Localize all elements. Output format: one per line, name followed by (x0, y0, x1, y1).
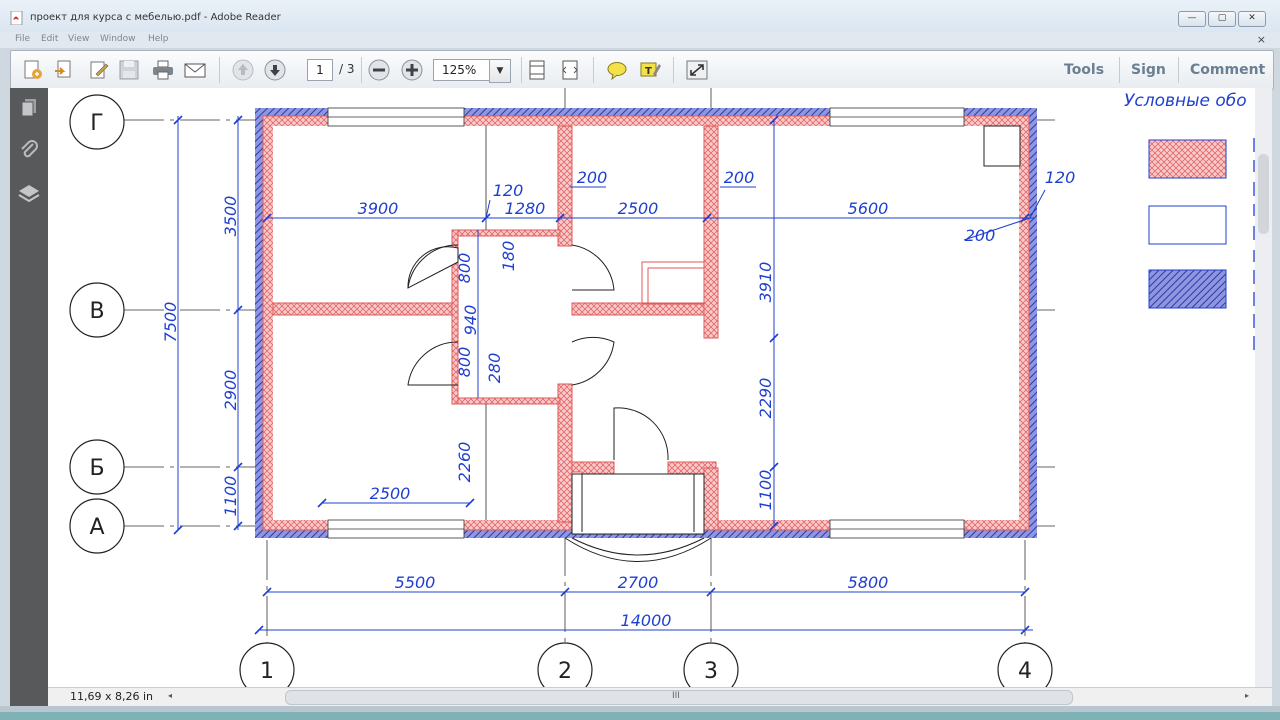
axis-label-col: 2 (558, 659, 572, 684)
menu-file[interactable]: File (15, 34, 30, 44)
page-up-icon[interactable] (231, 59, 255, 81)
open-icon[interactable] (52, 59, 76, 81)
dim-text: 120 (1045, 168, 1076, 187)
vertical-scroll-thumb[interactable] (1258, 154, 1269, 234)
toolbar-separator (1178, 57, 1179, 83)
menu-window[interactable]: Window (100, 34, 136, 44)
dim-text: 800 (455, 347, 474, 378)
menu-view[interactable]: View (68, 34, 89, 44)
toolbar-separator (361, 57, 362, 83)
dim-text: 940 (461, 305, 480, 336)
minimize-button[interactable]: — (1178, 11, 1206, 27)
zoom-in-icon[interactable] (400, 59, 424, 81)
page-down-icon[interactable] (263, 59, 287, 81)
dim-text: 2900 (221, 370, 240, 411)
toolbar: 1 / 3 125% ▼ T Tools Sign Comment (10, 50, 1274, 90)
axis-label-col: 1 (260, 659, 274, 684)
dim-text: 1100 (756, 470, 775, 511)
save-icon[interactable] (117, 59, 141, 81)
highlight-icon[interactable]: T (638, 59, 662, 81)
menu-edit[interactable]: Edit (41, 34, 58, 44)
page-thumbnails-icon[interactable] (17, 96, 41, 120)
close-button[interactable]: ✕ (1238, 11, 1266, 27)
taskbar-edge (0, 712, 1280, 720)
maximize-button[interactable]: ▢ (1208, 11, 1236, 27)
floor-plan-drawing: Г В Б А 1 2 3 4 3900 1280 2500 5600 120 … (69, 88, 1255, 687)
status-bar: 11,69 x 8,26 in ◂ III ▸ (48, 687, 1272, 706)
dim-text: 1280 (505, 199, 546, 218)
fit-page-icon[interactable] (525, 59, 549, 81)
navigation-panel (10, 88, 48, 708)
axis-label-row: А (89, 515, 104, 540)
dim-text: 200 (577, 168, 608, 187)
menu-help[interactable]: Help (148, 34, 169, 44)
dim-text: 2700 (618, 573, 659, 592)
toolbar-separator (219, 57, 220, 83)
zoom-dropdown-button[interactable]: ▼ (489, 59, 511, 83)
sign-pane-button[interactable]: Sign (1131, 62, 1166, 78)
dim-text: 5800 (848, 573, 889, 592)
document-close-button[interactable]: × (1257, 33, 1266, 46)
porch (564, 473, 712, 562)
menu-bar: File Edit View Window Help × (0, 32, 1280, 48)
dim-text: 2500 (618, 199, 659, 218)
axis-label-col: 3 (704, 659, 718, 684)
axis-label-row: Б (89, 456, 104, 481)
dim-text: 5600 (848, 199, 889, 218)
page-total: / 3 (339, 62, 355, 76)
fit-width-icon[interactable] (558, 59, 582, 81)
pdf-file-icon (10, 10, 24, 26)
legend-swatch-hatch (1148, 139, 1227, 179)
dim-text: 3910 (756, 262, 775, 303)
scroll-grip: III (672, 691, 680, 701)
layers-icon[interactable] (17, 182, 41, 206)
dim-text: 2500 (370, 484, 411, 503)
dim-text: 5500 (395, 573, 436, 592)
comment-icon[interactable] (605, 59, 629, 81)
dim-text: 2290 (756, 378, 775, 419)
dim-text: 3500 (221, 196, 240, 237)
title-bar: проект для курса с мебелью.pdf - Adobe R… (0, 0, 1280, 32)
attachments-icon[interactable] (17, 138, 41, 162)
dim-text: 280 (485, 353, 504, 384)
tools-pane-button[interactable]: Tools (1064, 62, 1104, 78)
comment-pane-button[interactable]: Comment (1190, 62, 1265, 78)
svg-text:T: T (645, 66, 652, 77)
horizontal-scroll-thumb[interactable]: III (285, 690, 1073, 705)
legend: Условные обо (1124, 91, 1255, 350)
fullscreen-icon[interactable] (685, 59, 709, 81)
vertical-scrollbar[interactable] (1255, 88, 1272, 687)
dim-text: 200 (965, 226, 996, 245)
page-number-input[interactable]: 1 (307, 59, 333, 81)
toolbar-separator (673, 57, 674, 83)
axis-label-row: В (89, 299, 104, 324)
legend-swatch-empty (1148, 205, 1227, 245)
page-size-label: 11,69 x 8,26 in (70, 690, 154, 703)
dim-text: 1100 (221, 476, 240, 517)
print-icon[interactable] (151, 59, 175, 81)
legend-swatch-blue (1148, 269, 1227, 309)
scroll-left-arrow-icon[interactable]: ◂ (168, 691, 172, 700)
dim-text: 3900 (358, 199, 399, 218)
edit-icon[interactable] (87, 59, 111, 81)
create-pdf-icon[interactable] (21, 59, 45, 81)
window-title: проект для курса с мебелью.pdf - Adobe R… (30, 12, 281, 23)
dim-text: 200 (724, 168, 755, 187)
dim-text: 180 (499, 241, 518, 272)
toolbar-separator (593, 57, 594, 83)
zoom-out-icon[interactable] (367, 59, 391, 81)
scroll-right-arrow-icon[interactable]: ▸ (1245, 691, 1249, 700)
document-view[interactable]: Г В Б А 1 2 3 4 3900 1280 2500 5600 120 … (48, 88, 1255, 687)
axis-label-row: Г (90, 111, 103, 136)
toolbar-separator (521, 57, 522, 83)
axis-label-col: 4 (1018, 659, 1032, 684)
dim-text: 2260 (455, 442, 474, 483)
toolbar-separator (1119, 57, 1120, 83)
dim-text: 14000 (621, 611, 672, 630)
dim-text: 7500 (161, 302, 180, 343)
email-icon[interactable] (183, 59, 207, 81)
legend-title: Условные обо (1124, 91, 1247, 111)
dim-text: 120 (493, 181, 524, 200)
dim-text: 800 (455, 253, 474, 284)
